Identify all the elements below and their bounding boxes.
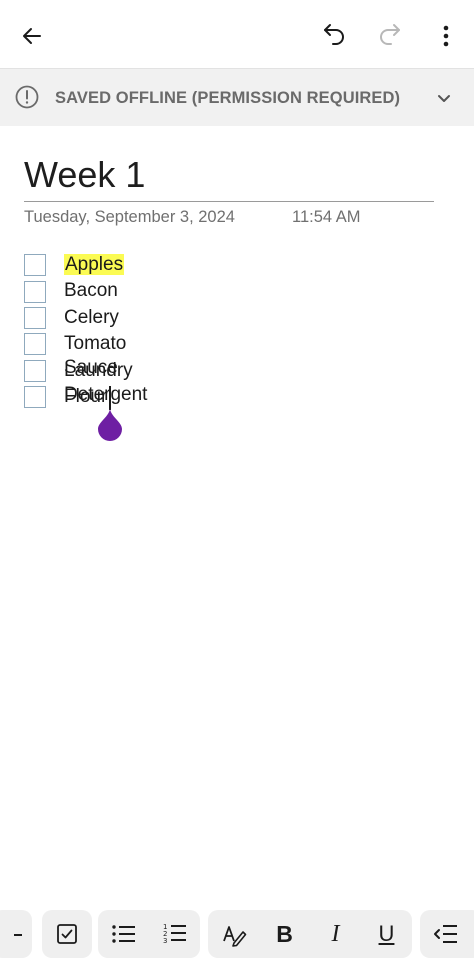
list-item: Bacon [24,278,118,304]
cursor-handle-icon[interactable] [97,408,123,442]
checkbox-icon [57,924,77,944]
list-item: Celery [24,305,119,331]
underline-button[interactable]: U [361,910,412,958]
more-options-button[interactable] [428,16,464,56]
italic-icon: I [331,920,340,947]
redo-button[interactable] [368,14,410,56]
checkbox[interactable] [24,306,46,329]
formatting-toolbar: 1 2 3 B I U [0,910,474,960]
back-button[interactable] [12,16,52,56]
info-circle-icon [15,85,39,109]
chevron-down-icon[interactable] [432,87,456,111]
bullet-list-icon [111,925,135,943]
list-buttons-group: 1 2 3 [98,910,200,958]
checkbox[interactable] [24,280,46,303]
bold-icon: B [276,920,293,947]
highlighted-text[interactable]: Apples [64,254,125,275]
outdent-icon [434,925,457,943]
redo-icon [380,24,400,45]
list-item-text[interactable]: Celery [64,306,119,330]
underline-icon: U [378,921,395,946]
dash-icon [14,934,22,936]
outdent-button[interactable] [420,910,474,958]
italic-button[interactable]: I [310,910,361,958]
checkbox[interactable] [24,359,46,382]
checkbox[interactable] [24,386,46,409]
toolbar-overflow-left[interactable] [0,910,32,958]
banner-status-text: SAVED OFFLINE (PERMISSION REQUIRED) [55,89,401,107]
top-app-bar [0,0,474,68]
undo-icon [324,24,344,45]
highlighter-button[interactable] [208,910,259,958]
checkbox-button[interactable] [42,910,92,958]
note-time: 11:54 AM [292,208,361,226]
list-item: Flour [24,384,107,410]
list-item-text[interactable]: Apples [64,253,125,277]
offline-status-banner[interactable]: SAVED OFFLINE (PERMISSION REQUIRED) [0,68,474,126]
more-vertical-icon [443,25,449,47]
note-date: Tuesday, September 3, 2024 [24,208,235,226]
bold-button[interactable]: B [259,910,310,958]
note-editor-screen: SAVED OFFLINE (PERMISSION REQUIRED) Week… [0,0,474,970]
list-item-text[interactable]: Flour [64,385,107,409]
checklist: Apples Bacon Celery Tomato Sauce Laundry… [24,252,147,410]
undo-button[interactable] [314,14,356,56]
page-title[interactable]: Week 1 [24,154,145,196]
text-style-group: B I U [208,910,412,958]
checkbox[interactable] [24,333,46,356]
list-item: Laundry Detergent [24,358,147,405]
list-item: Tomato Sauce [24,331,126,378]
title-divider [24,201,434,202]
list-item-text[interactable]: Bacon [64,279,118,303]
bullet-list-button[interactable] [98,910,149,958]
svg-text:3: 3 [163,937,167,945]
back-arrow-icon [23,28,41,44]
checkbox[interactable] [24,254,46,277]
numbered-list-icon: 1 2 3 [163,923,186,945]
text-cursor [109,386,111,410]
list-item: Apples [24,252,125,278]
numbered-list-button[interactable]: 1 2 3 [149,910,200,958]
highlighter-icon [222,926,246,947]
